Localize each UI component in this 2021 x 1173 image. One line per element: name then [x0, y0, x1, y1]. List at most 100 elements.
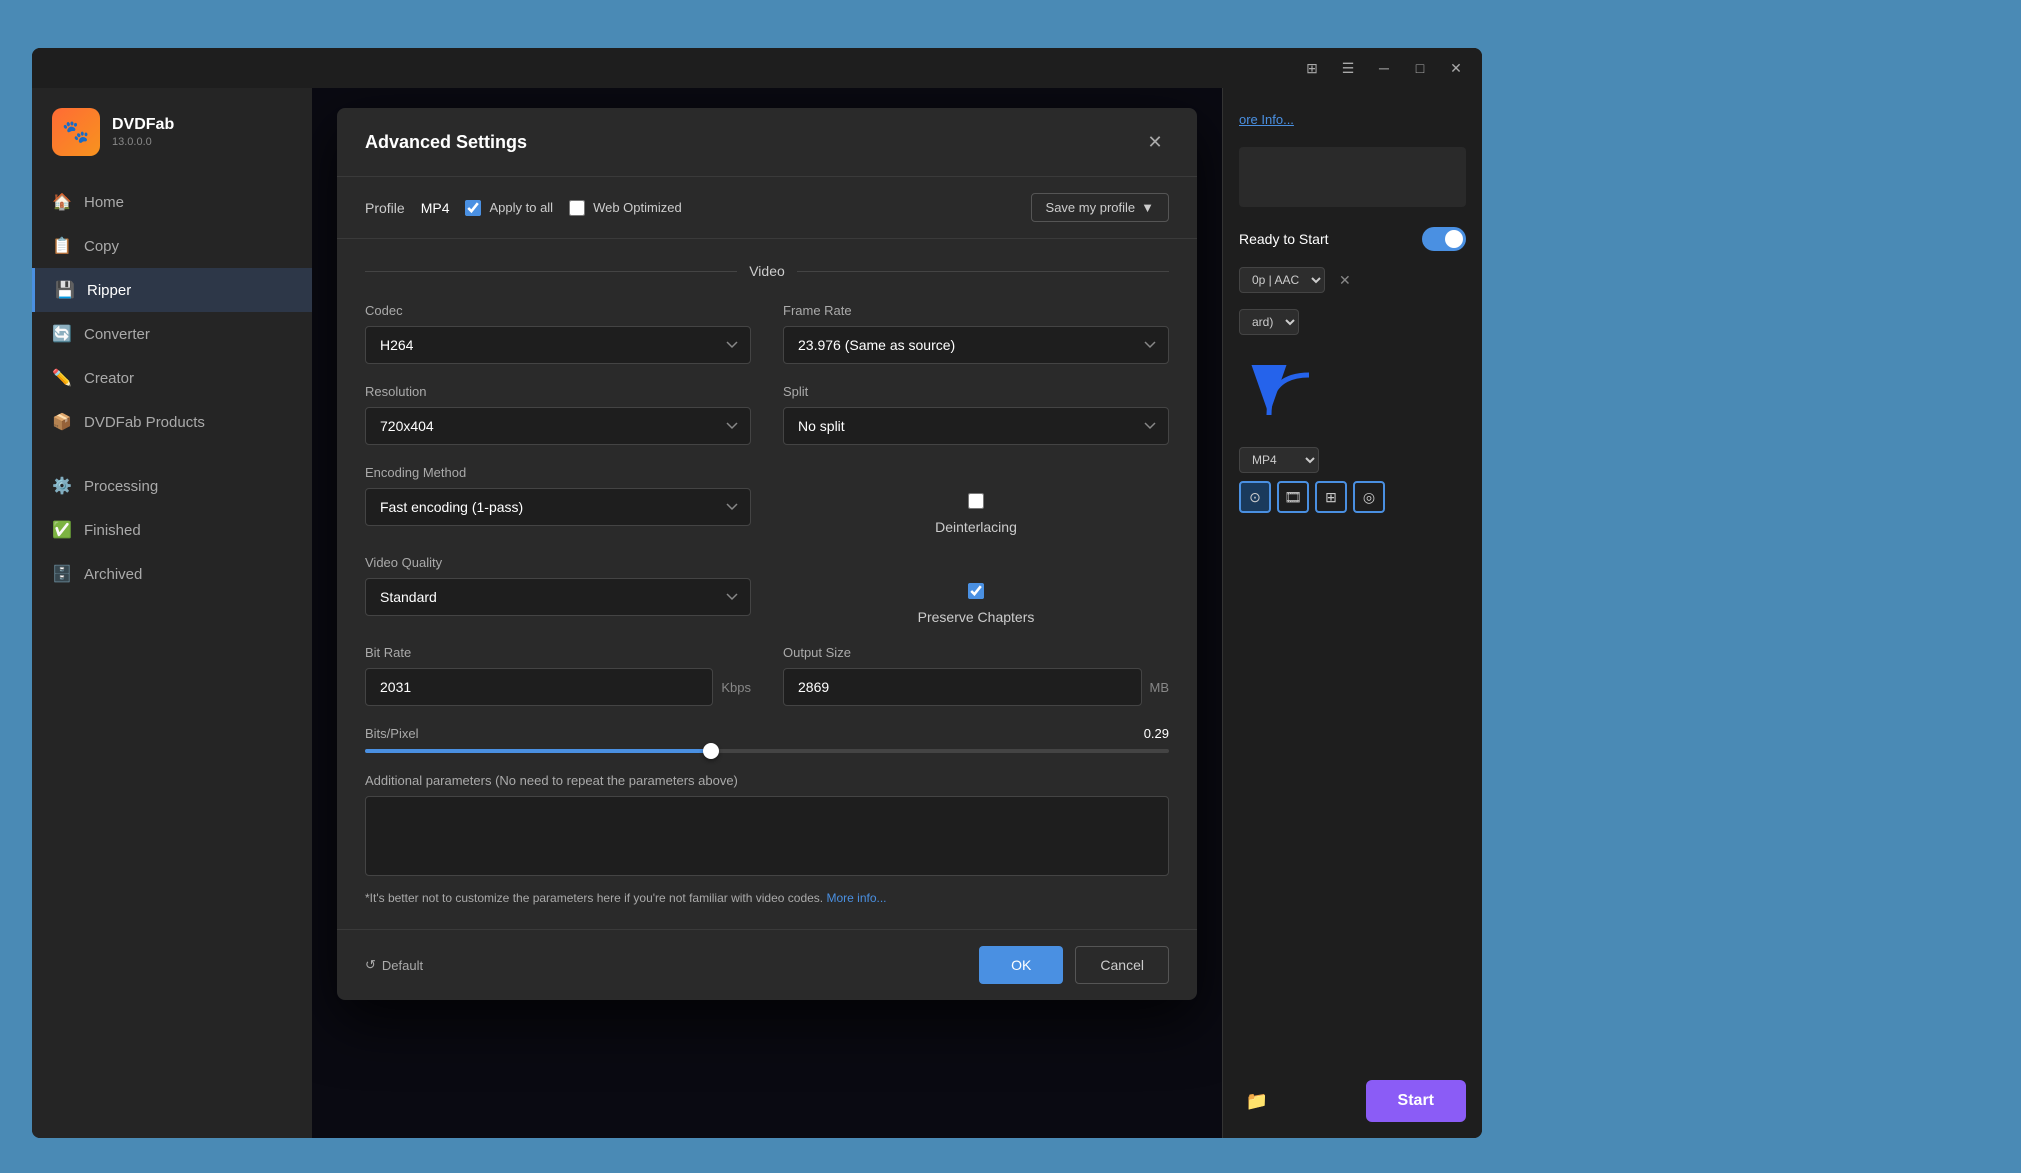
nav-copy-label: Copy: [84, 238, 119, 255]
slider-header: Bits/Pixel 0.29: [365, 726, 1169, 741]
bits-pixel-thumb[interactable]: [703, 743, 719, 759]
ready-toggle[interactable]: [1422, 227, 1466, 251]
quality-row: ard): [1239, 309, 1466, 335]
video-section-divider: Video: [365, 263, 1169, 279]
more-info-link[interactable]: More info...: [826, 891, 886, 905]
action-icons-row: MP4 ⊙ 🎞 ⊞ ◎: [1239, 447, 1466, 513]
modal-toolbar: Profile MP4 Apply to all Web Optimized S…: [337, 177, 1197, 239]
save-profile-chevron: ▼: [1141, 200, 1154, 215]
products-icon: 📦: [52, 412, 72, 432]
preserve-chapters-label[interactable]: Preserve Chapters: [918, 609, 1035, 625]
app-version: 13.0.0.0: [112, 136, 174, 148]
split-select[interactable]: No split By size: [783, 407, 1169, 445]
minimize-button[interactable]: ─: [1370, 54, 1398, 82]
processing-icon: ⚙️: [52, 476, 72, 496]
output-select[interactable]: MP4: [1239, 447, 1319, 473]
frame-rate-select[interactable]: 23.976 (Same as source) 24 30: [783, 326, 1169, 364]
encoding-method-group: Encoding Method Fast encoding (1-pass) H…: [365, 465, 751, 535]
audio-row: 0p | AAC ✕: [1239, 267, 1466, 293]
web-optimized-checkbox[interactable]: [569, 200, 585, 216]
close-button[interactable]: ✕: [1442, 54, 1470, 82]
nav-finished-label: Finished: [84, 522, 141, 539]
nav-processing-label: Processing: [84, 478, 158, 495]
deinterlacing-label[interactable]: Deinterlacing: [935, 519, 1017, 535]
bit-rate-group: Bit Rate Kbps: [365, 645, 751, 706]
cancel-button[interactable]: Cancel: [1075, 946, 1169, 984]
apply-to-all-checkbox[interactable]: [465, 200, 481, 216]
ok-button[interactable]: OK: [979, 946, 1063, 984]
modal-close-button[interactable]: ✕: [1141, 128, 1169, 156]
arrow-annotation: [1239, 355, 1466, 435]
quality-select[interactable]: ard): [1239, 309, 1299, 335]
main-area: Advanced Settings ✕ Profile MP4 Apply to…: [312, 88, 1222, 1138]
bit-rate-input-row: Kbps: [365, 668, 751, 706]
save-profile-button[interactable]: Save my profile ▼: [1031, 193, 1169, 222]
modal-footer: ↺ Default OK Cancel: [337, 929, 1197, 1000]
deinterlacing-checkbox[interactable]: [968, 493, 984, 509]
thumbnail-area: [1239, 147, 1466, 207]
resolution-select[interactable]: 720x404 1920x1080: [365, 407, 751, 445]
sidebar-item-creator[interactable]: ✏️ Creator: [32, 356, 312, 400]
default-button[interactable]: ↺ Default: [365, 957, 423, 973]
blue-arrow-icon: [1249, 355, 1329, 435]
logo-area: 🐾 DVDFab 13.0.0.0: [32, 108, 312, 180]
target-icon-button[interactable]: ◎: [1353, 481, 1385, 513]
sidebar: 🐾 DVDFab 13.0.0.0 🏠 Home 📋 Copy 💾 Ripper…: [32, 88, 312, 1138]
maximize-button[interactable]: □: [1406, 54, 1434, 82]
sidebar-item-home[interactable]: 🏠 Home: [32, 180, 312, 224]
modal-header: Advanced Settings ✕: [337, 108, 1197, 177]
grid-icon-button[interactable]: ⊞: [1315, 481, 1347, 513]
web-optimized-label[interactable]: Web Optimized: [593, 200, 682, 215]
output-size-input-row: MB: [783, 668, 1169, 706]
sidebar-item-converter[interactable]: 🔄 Converter: [32, 312, 312, 356]
sidebar-item-ripper[interactable]: 💾 Ripper: [32, 268, 312, 312]
output-size-unit: MB: [1150, 680, 1170, 695]
bit-rate-input[interactable]: [365, 668, 713, 706]
output-size-group: Output Size MB: [783, 645, 1169, 706]
warning-text: *It's better not to customize the parame…: [365, 891, 1169, 905]
folder-button[interactable]: 📁: [1239, 1083, 1275, 1119]
web-optimized-row: Web Optimized: [569, 200, 682, 216]
nav-products-label: DVDFab Products: [84, 414, 205, 431]
sidebar-item-processing[interactable]: ⚙️ Processing: [32, 464, 312, 508]
sidebar-item-archived[interactable]: 🗄️ Archived: [32, 552, 312, 596]
output-size-input[interactable]: [783, 668, 1142, 706]
preserve-chapters-group: Preserve Chapters: [783, 555, 1169, 625]
encoding-method-label: Encoding Method: [365, 465, 751, 480]
menu-button[interactable]: ☰: [1334, 54, 1362, 82]
default-label: Default: [382, 958, 423, 973]
additional-params-section: Additional parameters (No need to repeat…: [365, 773, 1169, 905]
default-icon: ↺: [365, 957, 376, 973]
bit-rate-unit: Kbps: [721, 680, 751, 695]
settings-button[interactable]: ⊞: [1298, 54, 1326, 82]
start-button[interactable]: Start: [1366, 1080, 1466, 1122]
save-profile-label: Save my profile: [1046, 200, 1136, 215]
sidebar-item-finished[interactable]: ✅ Finished: [32, 508, 312, 552]
deinterlacing-group: Deinterlacing: [783, 465, 1169, 535]
bits-pixel-track[interactable]: [365, 749, 1169, 753]
video-quality-select[interactable]: Standard High: [365, 578, 751, 616]
nav-archived-label: Archived: [84, 566, 142, 583]
audio-remove-button[interactable]: ✕: [1333, 270, 1357, 291]
profile-label: Profile: [365, 200, 405, 216]
frame-rate-label: Frame Rate: [783, 303, 1169, 318]
apply-to-all-label[interactable]: Apply to all: [489, 200, 553, 215]
ready-label: Ready to Start: [1239, 231, 1329, 247]
audio-select[interactable]: 0p | AAC: [1239, 267, 1325, 293]
resolution-group: Resolution 720x404 1920x1080: [365, 384, 751, 445]
nav-creator-label: Creator: [84, 370, 134, 387]
record-icon-button[interactable]: ⊙: [1239, 481, 1271, 513]
additional-params-textarea[interactable]: [365, 796, 1169, 876]
codec-select[interactable]: H264 H265 MPEG4: [365, 326, 751, 364]
right-panel: ore Info... Ready to Start 0p | AAC ✕ ar…: [1222, 88, 1482, 1138]
ripper-icon: 💾: [55, 280, 75, 300]
preserve-chapters-checkbox[interactable]: [968, 583, 984, 599]
bottom-row: 📁 Start: [1239, 1080, 1466, 1122]
more-info-link[interactable]: ore Info...: [1239, 112, 1466, 127]
video-section-label: Video: [749, 263, 785, 279]
film-icon-button[interactable]: 🎞: [1277, 481, 1309, 513]
sidebar-item-copy[interactable]: 📋 Copy: [32, 224, 312, 268]
sidebar-item-dvdfab-products[interactable]: 📦 DVDFab Products: [32, 400, 312, 444]
video-quality-group: Video Quality Standard High: [365, 555, 751, 625]
encoding-method-select[interactable]: Fast encoding (1-pass) High quality (2-p…: [365, 488, 751, 526]
